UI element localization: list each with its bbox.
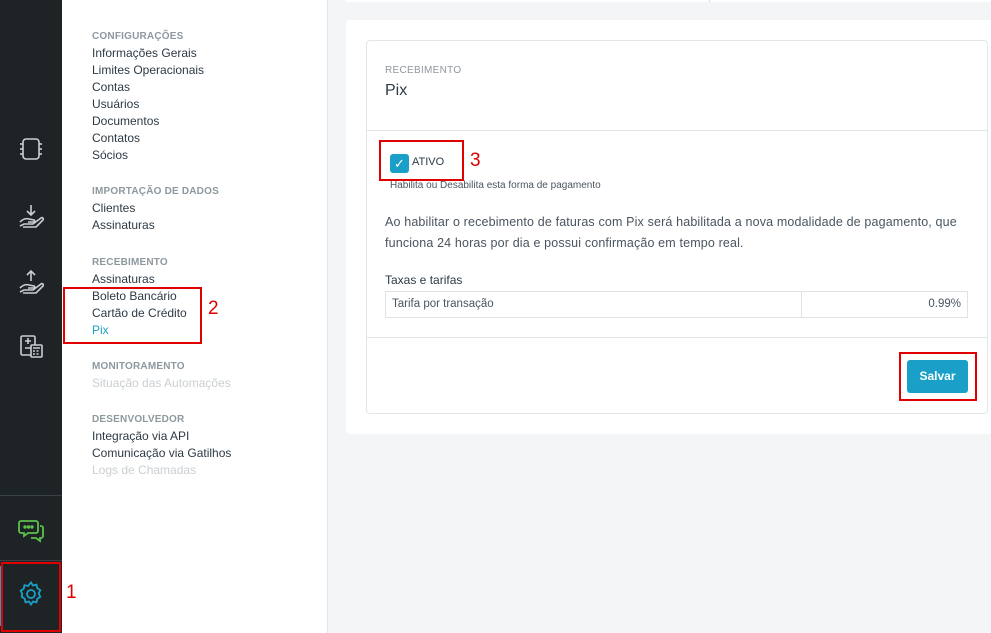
- panel-footer-divider: [367, 337, 987, 338]
- pix-description: Ao habilitar o recebimento de faturas co…: [385, 215, 957, 250]
- top-tab-strip: [346, 0, 991, 2]
- receive-money-icon: [17, 202, 45, 235]
- panel-title: Pix: [385, 82, 408, 99]
- menu-item-comunicacao-gatilhos[interactable]: Comunicação via Gatilhos: [92, 445, 231, 462]
- annotation-number-1: 1: [66, 582, 77, 603]
- menu-item-logs-chamadas: Logs de Chamadas: [92, 463, 197, 477]
- menu-item-usuarios[interactable]: Usuários: [92, 96, 204, 113]
- menu-item-situacao-automacoes: Situação das Automações: [92, 376, 231, 390]
- annotation-box-1: [1, 562, 61, 632]
- menu-heading: DESENVOLVEDOR: [92, 414, 185, 425]
- rail-divider: [0, 560, 62, 561]
- main-nav-rail: [0, 0, 62, 633]
- menu-item-assinaturas-import[interactable]: Assinaturas: [92, 217, 219, 234]
- menu-item-integracao-api[interactable]: Integração via API: [92, 428, 231, 445]
- chat-support-icon: [17, 516, 45, 549]
- menu-item-documentos[interactable]: Documentos: [92, 113, 204, 130]
- menu-item-clientes[interactable]: Clientes: [92, 200, 219, 217]
- active-checkbox-help: Habilita ou Desabilita esta forma de pag…: [390, 180, 601, 191]
- menu-item-socios[interactable]: Sócios: [92, 147, 204, 164]
- menu-group-configuracoes: CONFIGURAÇÕES Informações Gerais Limites…: [92, 28, 204, 164]
- menu-heading: IMPORTAÇÃO DE DADOS: [92, 186, 219, 197]
- annotation-box-2: [63, 287, 202, 344]
- panel-divider: [367, 130, 987, 131]
- menu-item-contas[interactable]: Contas: [92, 79, 204, 96]
- menu-group-desenvolvedor: DESENVOLVEDOR Integração via API Comunic…: [92, 411, 231, 479]
- rail-divider: [0, 495, 62, 496]
- menu-heading: CONFIGURAÇÕES: [92, 31, 184, 42]
- annotation-number-2: 2: [208, 298, 219, 319]
- rail-item-receive[interactable]: [0, 188, 62, 248]
- rail-item-documents[interactable]: [0, 121, 62, 181]
- top-tab-divider: [709, 0, 710, 2]
- annotation-number-3: 3: [470, 150, 481, 171]
- menu-item-contatos[interactable]: Contatos: [92, 130, 204, 147]
- send-money-icon: [17, 268, 45, 301]
- menu-item-limites-operacionais[interactable]: Limites Operacionais: [92, 62, 204, 79]
- fees-title: Taxas e tarifas: [385, 273, 463, 287]
- panel-eyebrow: RECEBIMENTO: [385, 65, 462, 76]
- menu-heading: MONITORAMENTO: [92, 361, 185, 372]
- fees-table: Tarifa por transação 0.99%: [385, 291, 968, 318]
- menu-group-importacao: IMPORTAÇÃO DE DADOS Clientes Assinaturas: [92, 183, 219, 234]
- menu-group-monitoramento: MONITORAMENTO Situação das Automações: [92, 358, 231, 392]
- menu-item-assinaturas[interactable]: Assinaturas: [92, 271, 187, 288]
- annotation-box-3: [379, 140, 464, 181]
- fee-label-cell: Tarifa por transação: [386, 292, 802, 317]
- fee-value-cell: 0.99%: [928, 298, 961, 310]
- menu-heading: RECEBIMENTO: [92, 257, 168, 268]
- invoice-calculator-icon: [17, 332, 45, 365]
- rail-item-send[interactable]: [0, 254, 62, 314]
- document-chip-icon: [17, 135, 45, 168]
- annotation-box-4: [899, 352, 977, 401]
- rail-item-billing[interactable]: [0, 318, 62, 378]
- rail-item-support[interactable]: [0, 502, 62, 562]
- menu-item-informacoes-gerais[interactable]: Informações Gerais: [92, 45, 204, 62]
